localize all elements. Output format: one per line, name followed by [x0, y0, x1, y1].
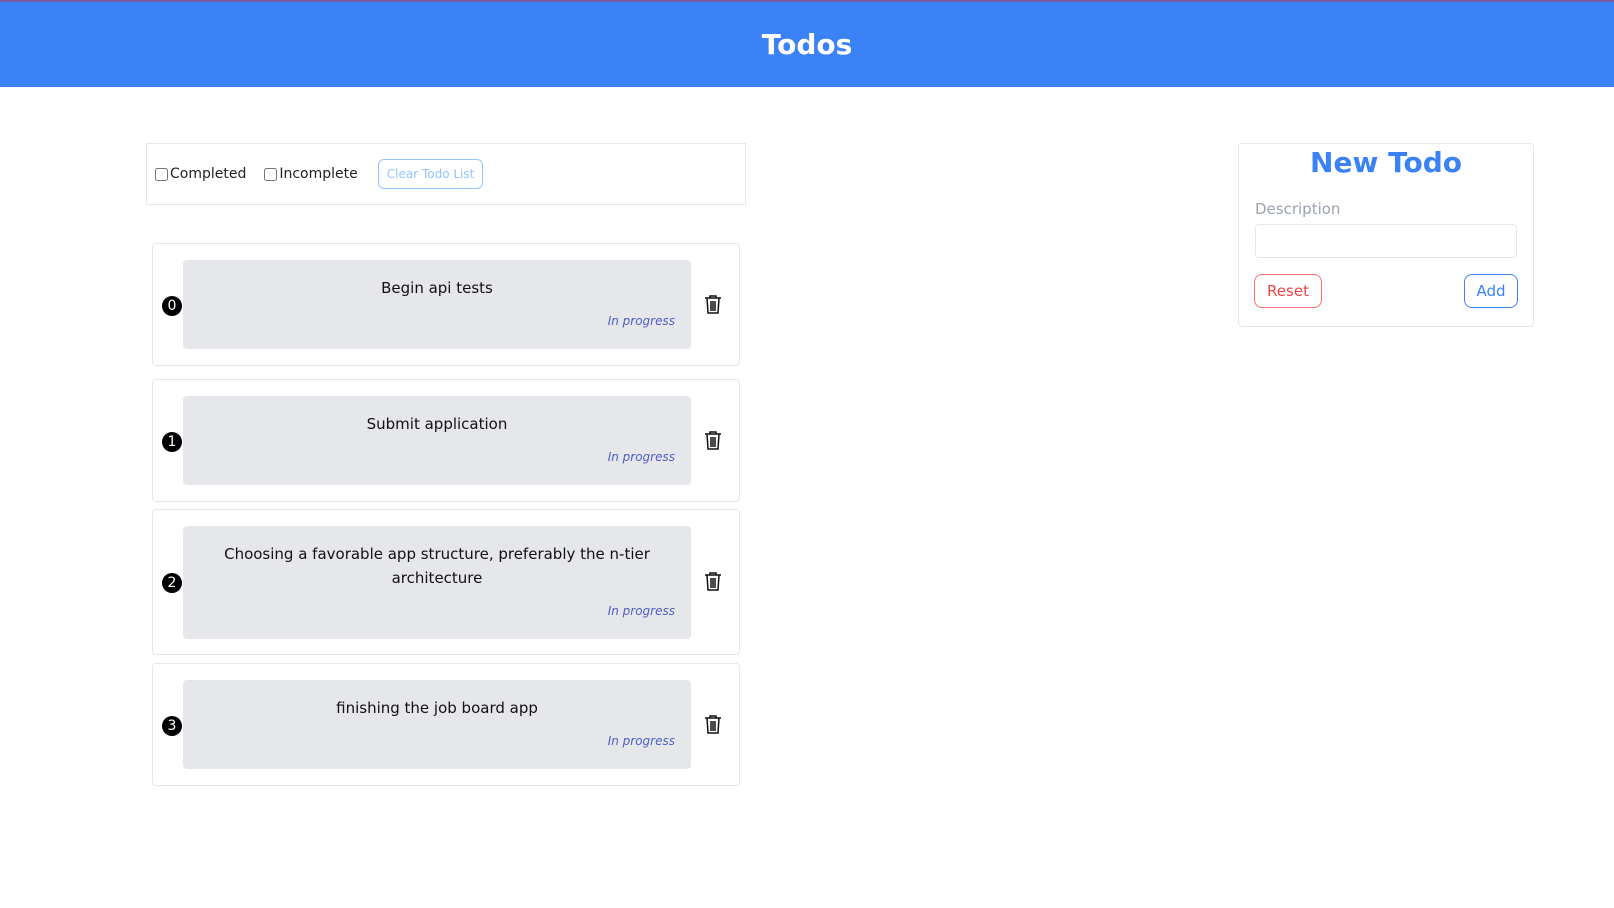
description-input[interactable] [1255, 224, 1517, 258]
todo-body[interactable]: finishing the job board app In progress [183, 680, 691, 769]
todo-item: 0 Begin api tests In progress [152, 243, 740, 366]
completed-label: Completed [170, 166, 247, 182]
app-header: Todos [0, 0, 1614, 87]
new-todo-title: New Todo [1310, 146, 1462, 179]
incomplete-checkbox[interactable] [264, 167, 278, 181]
todo-status: In progress [607, 450, 675, 464]
todo-body[interactable]: Choosing a favorable app structure, pref… [183, 526, 691, 639]
incomplete-label: Incomplete [279, 166, 358, 182]
todo-item: 2 Choosing a favorable app structure, pr… [152, 509, 740, 655]
completed-checkbox[interactable] [155, 167, 168, 181]
todo-status: In progress [607, 314, 675, 328]
todo-index-badge: 3 [162, 716, 182, 736]
todo-status: In progress [607, 604, 675, 618]
new-todo-panel: New Todo Description Reset Add [1238, 143, 1534, 327]
clear-todo-list-button[interactable]: Clear Todo List [377, 159, 484, 189]
todo-index-badge: 0 [162, 296, 182, 316]
trash-icon[interactable] [703, 293, 723, 315]
reset-button[interactable]: Reset [1254, 274, 1322, 308]
todo-description: Begin api tests [381, 279, 493, 297]
filter-bar: Completed Incomplete Clear Todo List [146, 143, 746, 205]
trash-icon[interactable] [703, 713, 723, 735]
description-label: Description [1255, 200, 1341, 218]
todo-body[interactable]: Begin api tests In progress [183, 260, 691, 349]
trash-icon[interactable] [703, 570, 723, 592]
todo-description: Choosing a favorable app structure, pref… [224, 545, 650, 587]
add-button[interactable]: Add [1464, 274, 1518, 308]
todo-item: 1 Submit application In progress [152, 379, 740, 502]
todo-body[interactable]: Submit application In progress [183, 396, 691, 485]
incomplete-filter[interactable]: Incomplete [264, 166, 358, 182]
todo-item: 3 finishing the job board app In progres… [152, 663, 740, 786]
todo-description: Submit application [366, 415, 508, 433]
todo-index-badge: 1 [162, 432, 182, 452]
todo-status: In progress [607, 734, 675, 748]
page-title: Todos [761, 28, 853, 61]
trash-icon[interactable] [703, 429, 723, 451]
todo-description: finishing the job board app [336, 699, 538, 717]
todo-index-badge: 2 [162, 573, 182, 593]
completed-filter[interactable]: Completed [155, 166, 246, 182]
